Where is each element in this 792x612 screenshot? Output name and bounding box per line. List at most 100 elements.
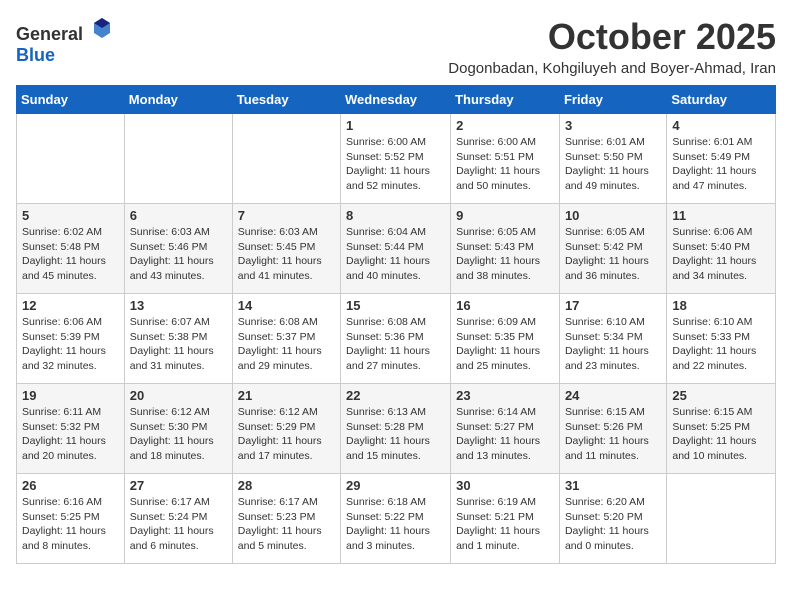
day-info: Sunrise: 6:18 AM Sunset: 5:22 PM Dayligh… xyxy=(346,495,445,554)
calendar-cell: 28Sunrise: 6:17 AM Sunset: 5:23 PM Dayli… xyxy=(232,474,340,564)
title-section: October 2025 Dogonbadan, Kohgiluyeh and … xyxy=(448,16,776,77)
day-number: 27 xyxy=(130,478,227,493)
calendar-cell: 13Sunrise: 6:07 AM Sunset: 5:38 PM Dayli… xyxy=(124,294,232,384)
day-number: 25 xyxy=(672,388,770,403)
column-header-thursday: Thursday xyxy=(451,86,560,114)
day-info: Sunrise: 6:05 AM Sunset: 5:43 PM Dayligh… xyxy=(456,225,554,284)
day-number: 26 xyxy=(22,478,119,493)
calendar-cell: 2Sunrise: 6:00 AM Sunset: 5:51 PM Daylig… xyxy=(451,114,560,204)
day-number: 21 xyxy=(238,388,335,403)
day-number: 10 xyxy=(565,208,661,223)
day-number: 4 xyxy=(672,118,770,133)
column-header-monday: Monday xyxy=(124,86,232,114)
day-info: Sunrise: 6:01 AM Sunset: 5:49 PM Dayligh… xyxy=(672,135,770,194)
calendar-cell: 5 Sunrise: 6:02 AM Sunset: 5:48 PM Daylig… xyxy=(17,204,125,294)
calendar-cell xyxy=(124,114,232,204)
calendar-cell: 14 Sunrise: 6:08 AM Sunset: 5:37 PM Dayli… xyxy=(232,294,340,384)
day-number: 23 xyxy=(456,388,554,403)
day-info: Sunrise: 6:04 AM Sunset: 5:44 PM Dayligh… xyxy=(346,225,445,284)
calendar-cell: 1 Sunrise: 6:00 AM Sunset: 5:52 PM Daylig… xyxy=(341,114,451,204)
day-info: Sunrise: 6:06 AM Sunset: 5:39 PM Dayligh… xyxy=(22,315,119,374)
day-number: 2 xyxy=(456,118,554,133)
calendar-cell: 4 Sunrise: 6:01 AM Sunset: 5:49 PM Daylig… xyxy=(667,114,776,204)
day-info: Sunrise: 6:17 AM Sunset: 5:23 PM Dayligh… xyxy=(238,495,335,554)
logo-blue: Blue xyxy=(16,45,55,65)
month-year-title: October 2025 xyxy=(448,16,776,58)
calendar-cell: 22 Sunrise: 6:13 AM Sunset: 5:28 PM Dayli… xyxy=(341,384,451,474)
calendar-header-row: SundayMondayTuesdayWednesdayThursdayFrid… xyxy=(17,86,776,114)
day-number: 9 xyxy=(456,208,554,223)
calendar-week-row: 26 Sunrise: 6:16 AM Sunset: 5:25 PM Dayli… xyxy=(17,474,776,564)
calendar-cell: 31Sunrise: 6:20 AM Sunset: 5:20 PM Dayli… xyxy=(559,474,666,564)
day-number: 1 xyxy=(346,118,445,133)
day-info: Sunrise: 6:15 AM Sunset: 5:26 PM Dayligh… xyxy=(565,405,661,464)
calendar-cell: 25 Sunrise: 6:15 AM Sunset: 5:25 PM Dayli… xyxy=(667,384,776,474)
calendar-cell xyxy=(232,114,340,204)
day-number: 18 xyxy=(672,298,770,313)
day-info: Sunrise: 6:01 AM Sunset: 5:50 PM Dayligh… xyxy=(565,135,661,194)
logo-general: General xyxy=(16,24,83,44)
column-header-wednesday: Wednesday xyxy=(341,86,451,114)
column-header-saturday: Saturday xyxy=(667,86,776,114)
day-info: Sunrise: 6:15 AM Sunset: 5:25 PM Dayligh… xyxy=(672,405,770,464)
logo-text: General Blue xyxy=(16,16,114,66)
calendar-cell: 17Sunrise: 6:10 AM Sunset: 5:34 PM Dayli… xyxy=(559,294,666,384)
day-number: 15 xyxy=(346,298,445,313)
calendar-week-row: 19Sunrise: 6:11 AM Sunset: 5:32 PM Dayli… xyxy=(17,384,776,474)
calendar-cell: 21 Sunrise: 6:12 AM Sunset: 5:29 PM Dayli… xyxy=(232,384,340,474)
calendar-cell: 23 Sunrise: 6:14 AM Sunset: 5:27 PM Dayli… xyxy=(451,384,560,474)
day-number: 5 xyxy=(22,208,119,223)
calendar-cell: 29 Sunrise: 6:18 AM Sunset: 5:22 PM Dayli… xyxy=(341,474,451,564)
day-number: 16 xyxy=(456,298,554,313)
day-info: Sunrise: 6:06 AM Sunset: 5:40 PM Dayligh… xyxy=(672,225,770,284)
day-info: Sunrise: 6:08 AM Sunset: 5:36 PM Dayligh… xyxy=(346,315,445,374)
calendar-cell: 16Sunrise: 6:09 AM Sunset: 5:35 PM Dayli… xyxy=(451,294,560,384)
calendar-cell: 24 Sunrise: 6:15 AM Sunset: 5:26 PM Dayli… xyxy=(559,384,666,474)
calendar-cell: 27 Sunrise: 6:17 AM Sunset: 5:24 PM Dayli… xyxy=(124,474,232,564)
day-info: Sunrise: 6:10 AM Sunset: 5:33 PM Dayligh… xyxy=(672,315,770,374)
day-info: Sunrise: 6:19 AM Sunset: 5:21 PM Dayligh… xyxy=(456,495,554,554)
day-info: Sunrise: 6:05 AM Sunset: 5:42 PM Dayligh… xyxy=(565,225,661,284)
calendar-cell: 26 Sunrise: 6:16 AM Sunset: 5:25 PM Dayli… xyxy=(17,474,125,564)
day-info: Sunrise: 6:17 AM Sunset: 5:24 PM Dayligh… xyxy=(130,495,227,554)
day-number: 6 xyxy=(130,208,227,223)
day-info: Sunrise: 6:16 AM Sunset: 5:25 PM Dayligh… xyxy=(22,495,119,554)
logo: General Blue xyxy=(16,16,114,66)
calendar-cell: 10 Sunrise: 6:05 AM Sunset: 5:42 PM Dayli… xyxy=(559,204,666,294)
day-info: Sunrise: 6:14 AM Sunset: 5:27 PM Dayligh… xyxy=(456,405,554,464)
day-info: Sunrise: 6:13 AM Sunset: 5:28 PM Dayligh… xyxy=(346,405,445,464)
calendar-week-row: 1 Sunrise: 6:00 AM Sunset: 5:52 PM Daylig… xyxy=(17,114,776,204)
calendar-cell: 20Sunrise: 6:12 AM Sunset: 5:30 PM Dayli… xyxy=(124,384,232,474)
day-number: 11 xyxy=(672,208,770,223)
day-info: Sunrise: 6:08 AM Sunset: 5:37 PM Dayligh… xyxy=(238,315,335,374)
day-info: Sunrise: 6:12 AM Sunset: 5:29 PM Dayligh… xyxy=(238,405,335,464)
calendar-week-row: 5 Sunrise: 6:02 AM Sunset: 5:48 PM Daylig… xyxy=(17,204,776,294)
calendar-cell: 18 Sunrise: 6:10 AM Sunset: 5:33 PM Dayli… xyxy=(667,294,776,384)
day-info: Sunrise: 6:03 AM Sunset: 5:45 PM Dayligh… xyxy=(238,225,335,284)
day-info: Sunrise: 6:03 AM Sunset: 5:46 PM Dayligh… xyxy=(130,225,227,284)
calendar-cell xyxy=(17,114,125,204)
day-number: 14 xyxy=(238,298,335,313)
calendar-cell: 30Sunrise: 6:19 AM Sunset: 5:21 PM Dayli… xyxy=(451,474,560,564)
day-number: 20 xyxy=(130,388,227,403)
day-info: Sunrise: 6:00 AM Sunset: 5:52 PM Dayligh… xyxy=(346,135,445,194)
calendar-cell: 6 Sunrise: 6:03 AM Sunset: 5:46 PM Daylig… xyxy=(124,204,232,294)
calendar-cell xyxy=(667,474,776,564)
calendar-cell: 15 Sunrise: 6:08 AM Sunset: 5:36 PM Dayli… xyxy=(341,294,451,384)
calendar-cell: 7 Sunrise: 6:03 AM Sunset: 5:45 PM Daylig… xyxy=(232,204,340,294)
day-number: 24 xyxy=(565,388,661,403)
day-info: Sunrise: 6:20 AM Sunset: 5:20 PM Dayligh… xyxy=(565,495,661,554)
location-subtitle: Dogonbadan, Kohgiluyeh and Boyer-Ahmad, … xyxy=(448,60,776,77)
column-header-tuesday: Tuesday xyxy=(232,86,340,114)
calendar-cell: 11 Sunrise: 6:06 AM Sunset: 5:40 PM Dayli… xyxy=(667,204,776,294)
day-number: 8 xyxy=(346,208,445,223)
day-info: Sunrise: 6:02 AM Sunset: 5:48 PM Dayligh… xyxy=(22,225,119,284)
day-number: 17 xyxy=(565,298,661,313)
calendar-week-row: 12Sunrise: 6:06 AM Sunset: 5:39 PM Dayli… xyxy=(17,294,776,384)
calendar-cell: 12Sunrise: 6:06 AM Sunset: 5:39 PM Dayli… xyxy=(17,294,125,384)
day-number: 29 xyxy=(346,478,445,493)
day-number: 7 xyxy=(238,208,335,223)
page-header: General Blue October 2025 Dogonbadan, Ko… xyxy=(16,16,776,77)
calendar-cell: 8 Sunrise: 6:04 AM Sunset: 5:44 PM Daylig… xyxy=(341,204,451,294)
day-number: 22 xyxy=(346,388,445,403)
